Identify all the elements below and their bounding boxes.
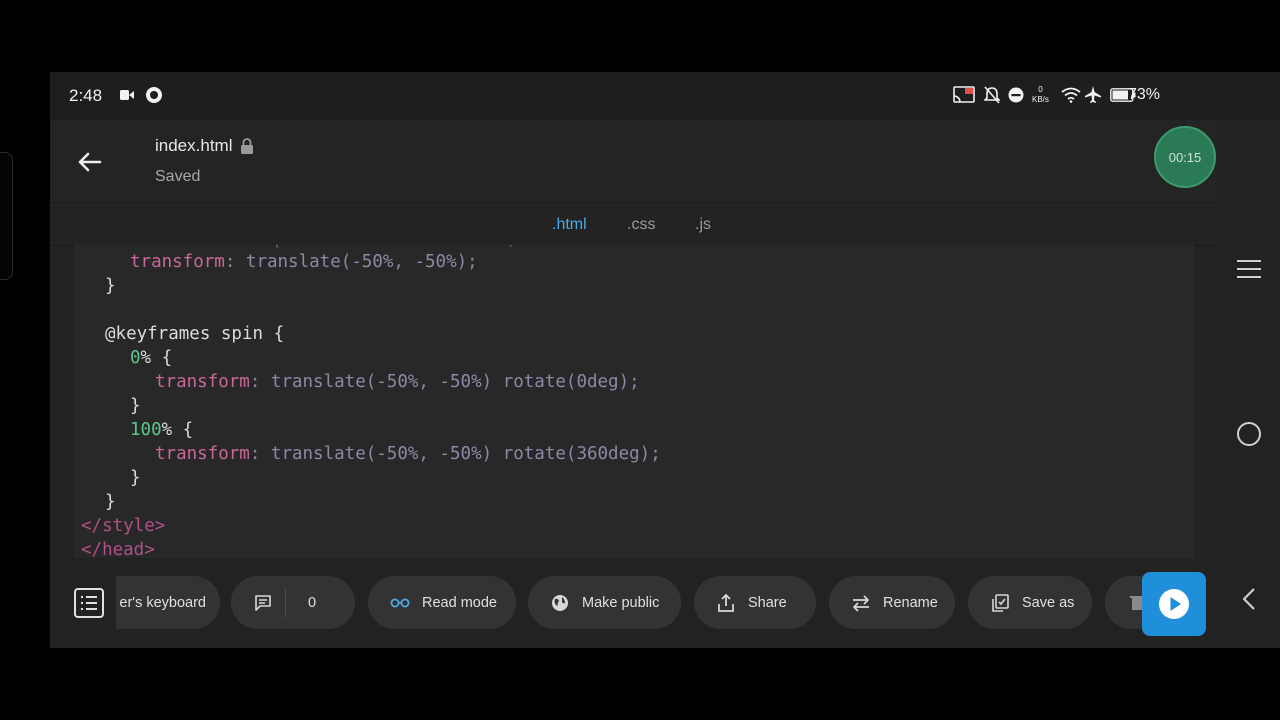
tab-js[interactable]: .js [695,216,711,234]
code-text: % { [161,420,194,440]
code-property: transform [155,444,250,464]
app-notification-icon [145,86,163,104]
make-public-button[interactable]: Make public [528,576,681,629]
keyboard-button-label: er's keyboard [119,594,206,611]
code-line: } [130,396,141,416]
share-upload-icon [716,593,736,613]
side-edge-handle [0,152,13,280]
comments-button[interactable]: 0 [231,576,355,629]
code-text: % { [140,348,173,368]
glasses-icon [390,593,410,613]
back-button[interactable] [74,146,106,178]
status-bar: 2:48 0 KB/s 73% [50,72,1280,120]
code-line: @keyframes spin { [105,324,285,344]
read-mode-label: Read mode [422,594,497,611]
comments-divider [285,587,286,618]
app-bar: index.html Saved [50,120,1218,202]
share-button[interactable]: Share [694,576,816,629]
rename-label: Rename [883,594,938,611]
system-back-button[interactable] [1236,586,1262,612]
save-status: Saved [155,168,201,185]
wifi-icon [1061,86,1081,104]
file-title: index.html [155,136,254,156]
arrow-left-icon [78,152,102,172]
chevron-left-icon [1242,588,1255,610]
home-circle-icon [1237,422,1261,446]
code-value: translate(-50%, -50%) rotate(0deg); [270,372,640,392]
save-copy-icon [990,593,1010,613]
code-line: transform: translate(-50%, -50%); [130,252,478,272]
code-line: transform: translate(-50%, -50%) rotate(… [155,372,640,392]
code-line: } [105,276,116,296]
do-not-disturb-icon [1008,86,1024,104]
code-editor[interactable]: animation: spin 4s linear infinite; tran… [74,245,1194,558]
menu-button[interactable] [1236,256,1262,282]
share-label: Share [748,594,787,611]
keyboard-toggle-button[interactable] [74,588,104,618]
code-property: transform [130,252,225,272]
code-number: 100 [130,420,162,440]
keyboard-button[interactable]: er's keyboard [116,576,220,629]
code-line: } [105,492,116,512]
battery-percentage: 73% [1128,86,1161,103]
make-public-label: Make public [582,594,660,611]
status-time: 2:48 [69,86,103,105]
swap-arrows-icon [851,593,871,613]
rename-button[interactable]: Rename [829,576,955,629]
save-as-label: Save as [1022,594,1075,611]
file-type-tabs: .html .css .js [50,202,1218,246]
tab-css[interactable]: .css [627,216,655,234]
code-number: 0 [130,348,141,368]
comment-icon [253,593,273,613]
code-line: transform: translate(-50%, -50%) rotate(… [155,444,661,464]
save-as-button[interactable]: Save as [968,576,1092,629]
lock-icon [241,138,254,154]
airplane-mode-icon [1085,86,1101,104]
navigation-rail [1218,120,1280,648]
code-line: </head> [81,540,155,558]
hamburger-menu-icon [1237,260,1261,278]
cast-icon [953,86,975,104]
mute-icon [984,86,1000,104]
net-speed-value: 0 [1038,85,1043,94]
run-button[interactable] [1142,572,1206,636]
code-value: translate(-50%, -50%); [245,252,478,272]
net-speed-indicator: 0 KB/s [1032,82,1049,108]
code-line: 0% { [130,348,172,372]
code-property: transform [155,372,250,392]
play-icon [1159,589,1189,619]
tab-html[interactable]: .html [552,216,587,234]
comments-count: 0 [308,594,317,611]
recording-timer[interactable]: 00:15 [1154,126,1216,188]
bottom-toolbar: er's keyboard 0 Read mode Make public Sh… [50,558,1218,648]
net-speed-unit: KB/s [1032,95,1049,104]
code-line: } [130,468,141,488]
read-mode-button[interactable]: Read mode [368,576,516,629]
globe-icon [550,593,570,613]
code-line: 100% { [130,420,193,444]
code-line: </style> [81,516,166,536]
list-icon [74,588,104,618]
file-name: index.html [155,136,233,155]
home-button[interactable] [1236,421,1262,447]
code-value: translate(-50%, -50%) rotate(360deg); [270,444,661,464]
app-screen: 2:48 0 KB/s 73% index.html Saved 00:15 .… [50,72,1280,648]
video-record-icon [120,86,134,104]
